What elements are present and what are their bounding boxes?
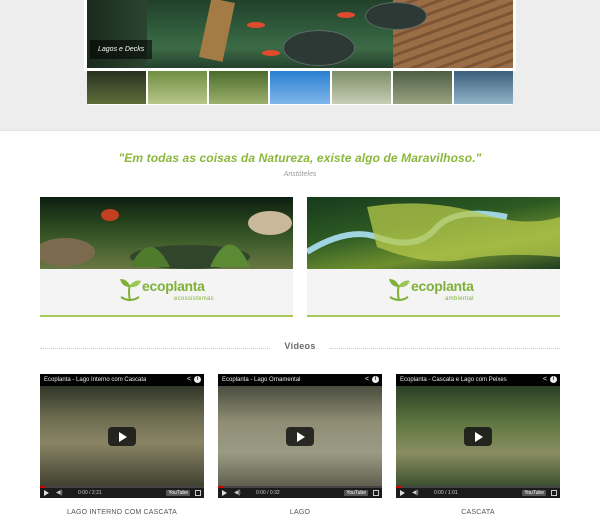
brand-name: ecoplanta [411,278,474,294]
play-icon[interactable] [400,490,405,496]
play-button[interactable] [286,427,314,446]
video-time: 0:00 / 0:32 [256,490,280,496]
thumb-pond[interactable] [331,71,391,104]
share-icon[interactable]: < [187,376,191,384]
video-caption[interactable]: LAGO INTERNO COM CASCATA [40,509,204,516]
brand-name: ecoplanta [142,278,205,294]
fullscreen-icon[interactable] [551,490,557,496]
video-player-2[interactable]: Ecoplanta - Lago Ornamental < i ◀) 0:00 … [218,374,382,498]
slider-plank [199,0,235,62]
youtube-logo[interactable]: YouTube [522,490,546,496]
brand-photo-river [307,197,560,269]
slider-koi [247,22,265,28]
thumb-pond-plants[interactable] [453,71,513,104]
quote-author: Aristóteles [283,171,317,178]
video-time: 0:00 / 2:21 [78,490,102,496]
slider-stepping-stone [283,30,355,66]
play-button[interactable] [464,427,492,446]
video-player-1[interactable]: Ecoplanta - Lago Interno com Cascata < i… [40,374,204,498]
thumb-koi-fish[interactable] [270,71,330,104]
sprout-icon [120,279,141,302]
fullscreen-icon[interactable] [195,490,201,496]
thumb-garden[interactable] [148,71,208,104]
sprout-icon [389,279,410,302]
brand-card-ecossistemas[interactable]: ecoplanta ecossistemas [40,197,293,317]
volume-icon[interactable]: ◀) [56,488,63,498]
brand-photo-garden [40,197,293,269]
video-time: 0:00 / 1:01 [434,490,458,496]
thumb-lake-deck[interactable] [87,71,147,104]
youtube-logo[interactable]: YouTube [166,490,190,496]
volume-icon[interactable]: ◀) [412,488,419,498]
play-button[interactable] [108,427,136,446]
quote-text: "Em todas as coisas da Natureza, existe … [118,151,482,165]
video-controls: ◀) 0:00 / 2:21 YouTube [40,488,204,498]
info-icon[interactable]: i [194,376,201,383]
section-title: Vídeos [284,341,316,351]
video-title[interactable]: Ecoplanta - Lago Interno com Cascata [40,374,204,386]
slider-koi [262,50,280,56]
brand-logo-area: ecoplanta ecossistemas [40,269,293,315]
river-illustration [307,203,560,262]
slider-caption: Lagos e Decks [90,40,153,59]
info-icon[interactable]: i [372,376,379,383]
video-caption[interactable]: LAGO [218,509,382,516]
video-title[interactable]: Ecoplanta - Lago Ornamental [218,374,382,386]
video-title[interactable]: Ecoplanta - Cascata e Lago com Peixes [396,374,560,386]
slider-thumbnails [87,71,513,105]
fullscreen-icon[interactable] [373,490,379,496]
share-icon[interactable]: < [543,376,547,384]
video-player-3[interactable]: Ecoplanta - Cascata e Lago com Peixes < … [396,374,560,498]
play-icon[interactable] [222,490,227,496]
video-controls: ◀) 0:00 / 0:32 YouTube [218,488,382,498]
brand-subtitle: ambiental [445,296,474,302]
brand-card-ambiental[interactable]: ecoplanta ambiental [307,197,560,317]
volume-icon[interactable]: ◀) [234,488,241,498]
youtube-logo[interactable]: YouTube [344,490,368,496]
brand-subtitle: ecossistemas [174,296,214,302]
slider-stepping-stone [365,2,427,30]
video-caption[interactable]: CASCATA [396,509,560,516]
info-icon[interactable]: i [550,376,557,383]
video-controls: ◀) 0:00 / 1:01 YouTube [396,488,560,498]
thumb-trees[interactable] [209,71,269,104]
play-icon[interactable] [44,490,49,496]
thumb-stone-path[interactable] [392,71,452,104]
brand-logo-area: ecoplanta ambiental [307,269,560,315]
share-icon[interactable]: < [365,376,369,384]
garden-illustration [40,209,292,269]
videos-section-header: Vídeos [40,341,560,355]
slider-koi [337,12,355,18]
